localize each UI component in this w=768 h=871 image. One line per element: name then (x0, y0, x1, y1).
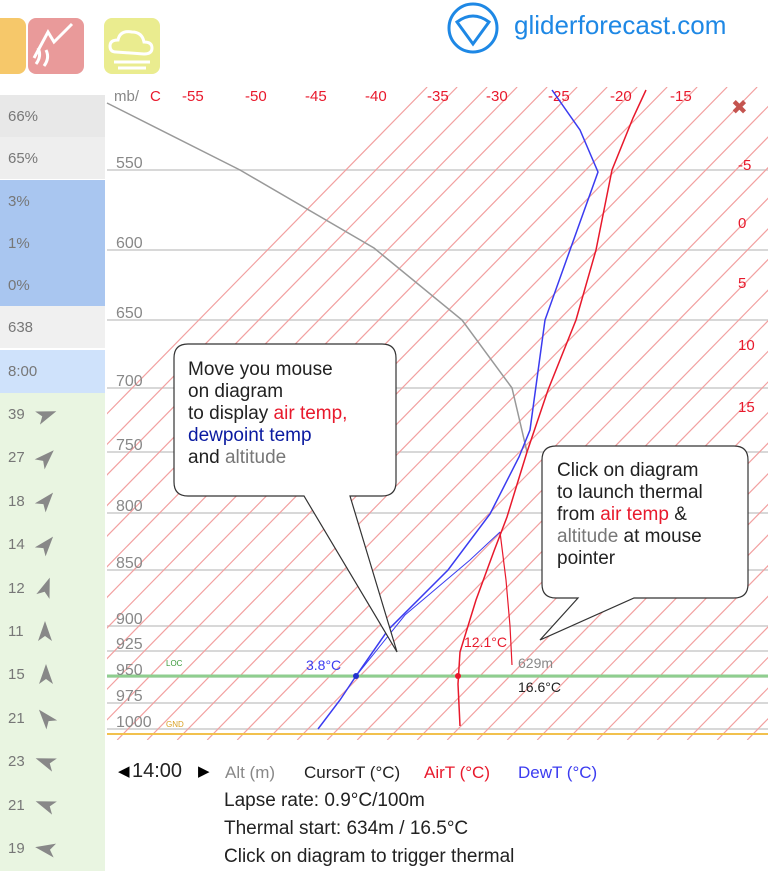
thermal-hint: Click on diagram to trigger thermal (224, 846, 515, 867)
time-value: 14:00 (132, 760, 183, 782)
callout-line: altitude at mouse (557, 526, 702, 547)
callout-line: and altitude (188, 447, 287, 468)
legend-cursor: CursorT (°C) (304, 763, 401, 782)
air-readout: 12.1°C (464, 634, 507, 650)
pressure-label: 700 (116, 373, 143, 390)
callout-line: dewpoint temp (188, 425, 312, 446)
top-temp-label: -30 (486, 88, 508, 105)
top-temp-label: -35 (427, 88, 449, 105)
top-temp-label: -25 (548, 88, 570, 105)
prev-time-button[interactable]: ◀ (118, 762, 130, 780)
right-temp-label: 15 (738, 399, 755, 416)
pressure-label: 1000 (116, 714, 152, 731)
pressure-label: 800 (116, 498, 143, 515)
pressure-label: 600 (116, 235, 143, 252)
top-temp-label: -50 (245, 88, 267, 105)
dew-cursor-dot (353, 673, 359, 679)
callout-mouse-hint: Move you mouse on diagram to display air… (188, 359, 347, 469)
top-temp-label: -15 (670, 88, 692, 105)
pressure-label: 550 (116, 155, 143, 172)
right-temp-label: 10 (738, 337, 755, 354)
cursor-readout: 16.6°C (518, 679, 561, 695)
close-icon[interactable]: ✖ (731, 95, 748, 120)
right-temp-label: 0 (738, 215, 746, 232)
right-temp-label: 5 (738, 275, 746, 292)
top-temp-label: -40 (365, 88, 387, 105)
callout-line: Move you mouse (188, 359, 333, 380)
pressure-label: 750 (116, 437, 143, 454)
legend-alt: Alt (m) (225, 763, 276, 782)
callout-line: Click on diagram (557, 460, 699, 481)
callout-line: from air temp & (557, 504, 687, 525)
callout-line: to launch thermal (557, 482, 703, 503)
callout-line: to display air temp, (188, 403, 348, 424)
top-temp-label: -55 (182, 88, 204, 105)
pressure-label: 900 (116, 611, 143, 628)
callout-click-hint: Click on diagram to launch thermal from … (557, 460, 703, 570)
pressure-label: 650 (116, 305, 143, 322)
dew-readout: 3.8°C (306, 657, 341, 673)
top-temp-label: -45 (305, 88, 327, 105)
axis-unit-label: mb/ (114, 88, 140, 105)
pressure-label: 925 (116, 636, 143, 653)
axis-unit-c: C (150, 88, 161, 105)
skew-t-diagram[interactable]: mb/C -55 -50 -45 -40 -35 -30 -25 -20 -15-50510155… (0, 0, 768, 871)
alt-readout: 629m (518, 655, 553, 671)
next-time-button[interactable]: ▶ (198, 762, 210, 780)
air-cursor-dot (455, 673, 461, 679)
pressure-label: 950 (116, 662, 143, 679)
legend-dew: DewT (°C) (518, 763, 598, 782)
callout-line: on diagram (188, 381, 284, 402)
loc-label: LOC (166, 659, 183, 668)
pressure-label: 850 (116, 555, 143, 572)
thermal-start: Thermal start: 634m / 16.5°C (224, 818, 469, 839)
callout-line: pointer (557, 548, 616, 569)
lapse-rate: Lapse rate: 0.9°C/100m (224, 790, 425, 811)
right-temp-label: -5 (738, 157, 751, 174)
top-temp-label: -20 (610, 88, 632, 105)
gnd-label: GND (166, 720, 184, 729)
legend-air: AirT (°C) (424, 763, 490, 782)
pressure-label: 975 (116, 688, 143, 705)
